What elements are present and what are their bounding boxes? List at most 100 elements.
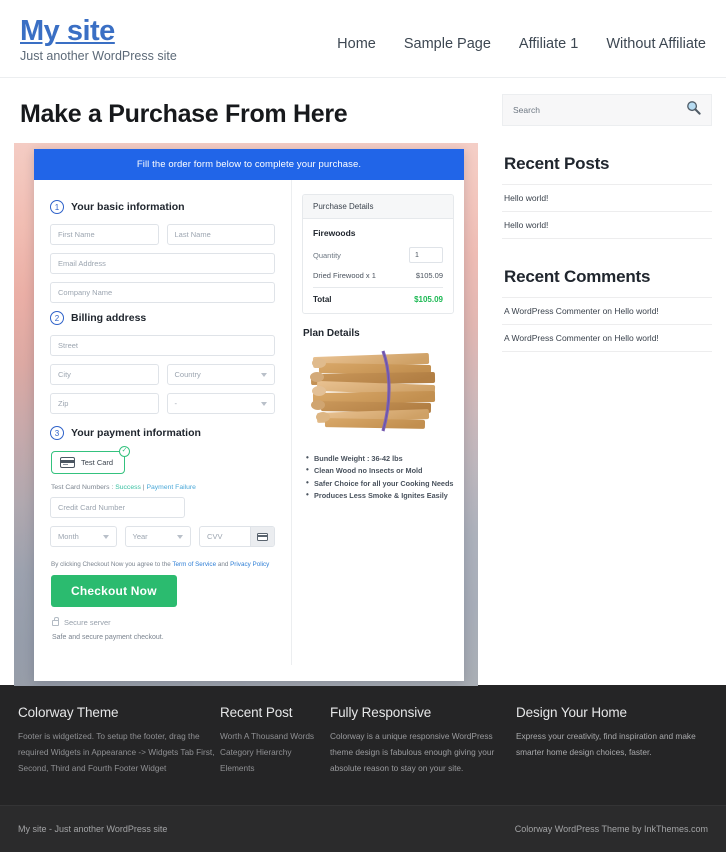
search-input[interactable]: Search <box>513 105 540 115</box>
zip-input[interactable]: Zip <box>50 393 159 414</box>
test-card-failure-link[interactable]: Payment Failure <box>146 484 196 491</box>
cvv-help-button[interactable] <box>250 527 274 546</box>
recent-comment-link[interactable]: A WordPress Commenter on Hello world! <box>504 333 659 343</box>
plan-details-title: Plan Details <box>303 328 360 339</box>
product-name: Firewoods <box>313 228 356 238</box>
footer-column-colorway-theme: Colorway Theme Footer is widgetized. To … <box>18 705 220 789</box>
country-select-value: Country <box>174 370 201 379</box>
checkout-now-button[interactable]: Checkout Now <box>51 575 177 607</box>
recent-post-link[interactable]: Hello world! <box>504 193 548 203</box>
main-navigation: Home Sample Page Affiliate 1 Without Aff… <box>337 12 706 52</box>
check-circle-icon: ✓ <box>119 446 131 457</box>
list-item[interactable]: Elements <box>220 761 330 777</box>
site-title[interactable]: My site <box>20 15 115 47</box>
payment-method-test-card[interactable]: Test Card ✓ <box>51 446 131 474</box>
branding: My site Just another WordPress site <box>20 12 177 64</box>
recent-comments-title: Recent Comments <box>504 267 651 286</box>
line-item-price: $105.09 <box>415 271 443 280</box>
list-item[interactable]: A WordPress Commenter on Hello world! <box>502 325 712 352</box>
chevron-down-icon <box>177 534 184 539</box>
plan-bullet: Bundle Weight : 36-42 lbs <box>306 452 454 465</box>
credit-card-number-input[interactable]: Credit Card Number <box>50 497 185 518</box>
recent-post-link[interactable]: Hello world! <box>504 220 548 230</box>
step-3-heading: 3 Your payment information <box>50 426 275 440</box>
recent-comment-link[interactable]: A WordPress Commenter on Hello world! <box>504 306 659 316</box>
quantity-label: Quantity <box>313 250 341 260</box>
test-card-prefix: Test Card Numbers : <box>51 484 116 491</box>
footer-column-design-your-home: Design Your Home Express your creativity… <box>516 705 708 789</box>
country-select[interactable]: Country <box>166 364 275 385</box>
step-1-label: Your basic information <box>71 201 185 213</box>
nav-item-sample-page[interactable]: Sample Page <box>404 36 491 52</box>
search-icon[interactable] <box>686 100 701 120</box>
chevron-down-icon <box>102 534 109 539</box>
footer-column-fully-responsive: Fully Responsive Colorway is a unique re… <box>330 705 516 789</box>
nav-item-without-affiliate[interactable]: Without Affiliate <box>606 36 706 52</box>
search-widget[interactable]: Search <box>502 94 712 126</box>
footer-column-title: Fully Responsive <box>330 705 432 720</box>
city-input[interactable]: City <box>50 364 159 385</box>
footer-column-text: Footer is widgetized. To setup the foote… <box>18 731 215 773</box>
expiry-month-select[interactable]: Month <box>50 526 117 547</box>
lock-icon <box>52 617 60 626</box>
chevron-down-icon <box>261 401 267 406</box>
test-card-numbers-line: Test Card Numbers : Success | Payment Fa… <box>51 484 275 491</box>
plan-details-list: Bundle Weight : 36-42 lbs Clean Wood no … <box>302 452 454 502</box>
footer-recent-post-list: Worth A Thousand Words Category Hierarch… <box>220 729 330 776</box>
payment-method-label: Test Card <box>81 458 114 467</box>
recent-posts-title: Recent Posts <box>504 154 610 173</box>
footer-column-title: Colorway Theme <box>18 705 119 720</box>
cvv-input-group[interactable]: CVV <box>199 526 275 547</box>
line-item-label: Dried Firewood x 1 <box>313 271 376 280</box>
total-row: Total $105.09 <box>313 287 443 304</box>
last-name-input[interactable]: Last Name <box>166 224 275 245</box>
nav-item-home[interactable]: Home <box>337 36 376 52</box>
step-3-label: Your payment information <box>71 427 201 439</box>
company-name-input[interactable]: Company Name <box>50 282 275 303</box>
state-select-value: - <box>174 399 178 408</box>
site-tagline: Just another WordPress site <box>20 49 177 64</box>
secure-server-row: Secure server <box>52 617 275 627</box>
footer-credit[interactable]: Colorway WordPress Theme by InkThemes.co… <box>515 824 708 834</box>
privacy-policy-link[interactable]: Privacy Policy <box>230 561 269 568</box>
firewood-bundle-image <box>303 347 453 443</box>
step-2-number: 2 <box>50 311 64 325</box>
credit-card-icon <box>60 457 75 468</box>
footer-widgets: Colorway Theme Footer is widgetized. To … <box>0 685 726 805</box>
step-2-heading: 2 Billing address <box>50 311 275 325</box>
terms-mid: and <box>216 561 231 568</box>
main-content: Make a Purchase From Here Fill the order… <box>14 78 482 686</box>
street-input[interactable]: Street <box>50 335 275 356</box>
footer-column-text: Express your creativity, find inspiratio… <box>516 731 696 757</box>
quantity-input[interactable]: 1 <box>409 247 443 263</box>
total-price: $105.09 <box>414 295 443 304</box>
terms-of-service-link[interactable]: Term of Service <box>172 561 216 568</box>
footer-column-text: Colorway is a unique responsive WordPres… <box>330 731 495 773</box>
footer-column-recent-post: Recent Post Worth A Thousand Words Categ… <box>220 705 330 789</box>
page-wrapper: Make a Purchase From Here Fill the order… <box>0 78 726 686</box>
list-item[interactable]: Hello world! <box>502 185 712 212</box>
secure-server-label: Secure server <box>64 618 111 627</box>
sidebar: Search Recent Posts Hello world! Hello w… <box>502 78 712 685</box>
list-item[interactable]: A WordPress Commenter on Hello world! <box>502 298 712 325</box>
test-card-success-link[interactable]: Success <box>115 484 141 491</box>
expiry-year-select[interactable]: Year <box>124 526 192 547</box>
expiry-year-value: Year <box>132 532 148 541</box>
first-name-input[interactable]: First Name <box>50 224 159 245</box>
total-label: Total <box>313 295 332 304</box>
terms-text: By clicking Checkout Now you agree to th… <box>51 561 275 568</box>
email-input[interactable]: Email Address <box>50 253 275 274</box>
order-summary-column: Purchase Details Firewoods Quantity 1 Dr… <box>292 180 464 665</box>
site-footer: Colorway Theme Footer is widgetized. To … <box>0 685 726 852</box>
nav-item-affiliate-1[interactable]: Affiliate 1 <box>519 36 578 52</box>
state-select[interactable]: - <box>166 393 275 414</box>
step-1-number: 1 <box>50 200 64 214</box>
footer-column-title: Recent Post <box>220 705 293 720</box>
list-item[interactable]: Category Hierarchy <box>220 745 330 761</box>
order-form-banner: Fill the order form below to complete yo… <box>34 149 464 180</box>
cvv-input[interactable]: CVV <box>200 532 250 541</box>
recent-comments-list: A WordPress Commenter on Hello world! A … <box>502 297 712 352</box>
chevron-down-icon <box>261 372 267 377</box>
list-item[interactable]: Hello world! <box>502 212 712 239</box>
list-item[interactable]: Worth A Thousand Words <box>220 729 330 745</box>
